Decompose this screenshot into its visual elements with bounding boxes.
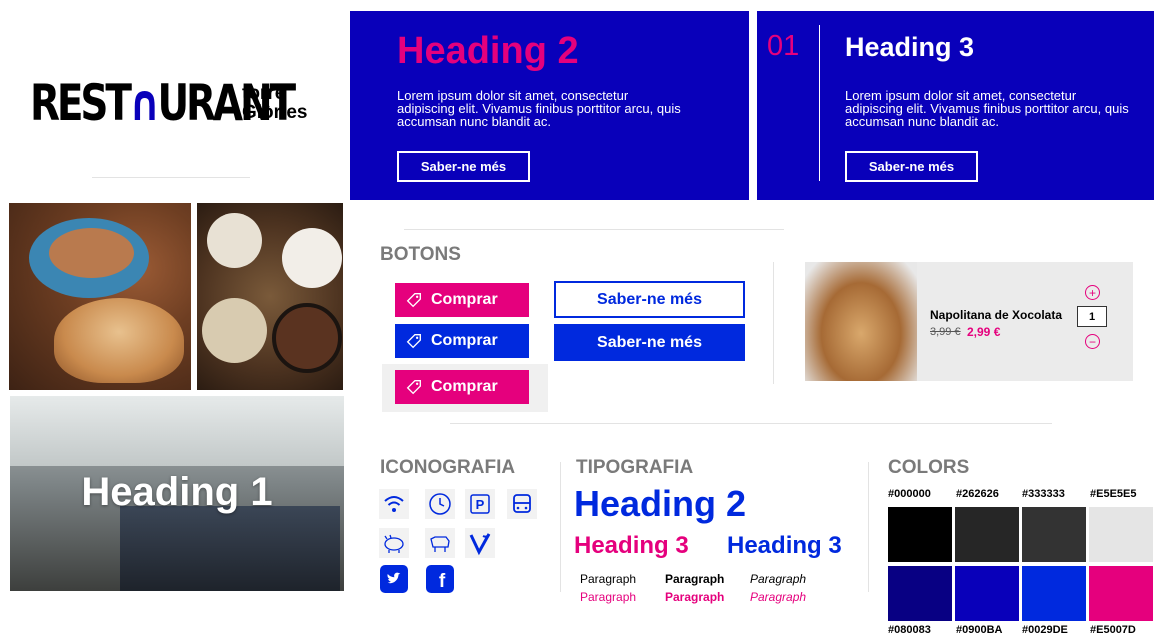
section-title-iconografia: ICONOGRAFIA [380, 457, 516, 478]
color-hex-label: #0029DE [1022, 624, 1068, 636]
button-label: Comprar [431, 291, 498, 308]
svg-text:P: P [476, 497, 485, 512]
color-hex-label: #262626 [956, 488, 999, 500]
color-swatch [1089, 507, 1153, 562]
product-image [805, 262, 917, 381]
logo-subtitle: torre Glòries [242, 83, 308, 123]
product-old-price: 3,99 € [930, 326, 961, 338]
logo: REST∩URANT torre Glòries [30, 68, 320, 138]
hero-card-heading2: Heading 2 Lorem ipsum dolor sit amet, co… [350, 11, 749, 200]
typography-heading-3-pink: Heading 3 [574, 532, 689, 559]
card-heading: Heading 3 [845, 32, 975, 62]
color-hex-label: #333333 [1022, 488, 1065, 500]
coffee-croissant-photo [9, 203, 191, 390]
food-table-photo [197, 203, 343, 390]
color-hex-label: #E5007D [1090, 624, 1136, 636]
vegan-icon [465, 528, 495, 558]
product-name: Napolitana de Xocolata [930, 308, 1063, 322]
divider [560, 462, 561, 592]
typography-heading-2: Heading 2 [574, 483, 747, 524]
divider [868, 462, 869, 592]
divider [450, 423, 1052, 424]
color-hex-label: #080083 [888, 624, 931, 636]
divider [92, 177, 250, 178]
hero-card-heading3: 01 Heading 3 Lorem ipsum dolor sit amet,… [757, 11, 1154, 200]
paragraph-bold-pink: Paragraph [665, 590, 725, 604]
section-title-tipografia: TIPOGRAFIA [576, 457, 694, 478]
pig-icon [379, 528, 409, 558]
saber-mes-filled-button[interactable]: Saber-ne més [554, 324, 745, 361]
button-label: Comprar [431, 332, 498, 349]
section-title-colors: COLORS [888, 457, 970, 478]
wifi-icon [379, 489, 409, 519]
paragraph-bold: Paragraph [665, 572, 725, 586]
card-text: Lorem ipsum dolor sit amet, consectetur … [845, 88, 1129, 129]
paragraph-regular-pink: Paragraph [580, 590, 637, 604]
divider [404, 229, 784, 230]
color-hex-label: #E5E5E5 [1090, 488, 1137, 500]
divider [773, 262, 774, 384]
paragraph-italic: Paragraph [750, 572, 807, 586]
comprar-button-hover[interactable]: Comprar [395, 370, 529, 404]
facebook-icon[interactable]: f [426, 565, 454, 593]
card-divider [819, 25, 820, 181]
color-swatch [1089, 566, 1153, 621]
section-title-botons: BOTONS [380, 244, 461, 265]
card-number: 01 [767, 30, 800, 62]
ticket-icon [406, 293, 421, 308]
saber-mes-outline-button[interactable]: Saber-ne més [554, 281, 745, 318]
paragraph-italic-pink: Paragraph [750, 590, 807, 604]
color-swatch [955, 507, 1019, 562]
quantity-input[interactable]: 1 [1077, 306, 1107, 327]
bus-icon [507, 489, 537, 519]
card-heading: Heading 2 [397, 30, 579, 72]
cow-icon [425, 528, 455, 558]
color-hex-label: #0900BA [956, 624, 1003, 636]
parking-icon: P [465, 489, 495, 519]
heading-1-overlay: Heading 1 [81, 470, 273, 514]
clock-icon [425, 489, 455, 519]
quantity-decrease-button[interactable]: − [1085, 334, 1100, 349]
card-text: Lorem ipsum dolor sit amet, consectetur … [397, 88, 681, 129]
ticket-icon [406, 334, 421, 349]
color-swatch [888, 566, 952, 621]
color-swatch [888, 507, 952, 562]
saber-mes-button[interactable]: Saber-ne més [845, 151, 978, 182]
ticket-icon [406, 380, 421, 395]
color-swatch [1022, 507, 1086, 562]
twitter-icon[interactable] [380, 565, 408, 593]
color-swatch [955, 566, 1019, 621]
color-hex-label: #000000 [888, 488, 931, 500]
comprar-button-blue[interactable]: Comprar [395, 324, 529, 358]
comprar-button-pink[interactable]: Comprar [395, 283, 529, 317]
paragraph-regular: Paragraph [580, 572, 637, 586]
quantity-increase-button[interactable]: + [1085, 285, 1100, 300]
saber-mes-button[interactable]: Saber-ne més [397, 151, 530, 182]
color-swatch [1022, 566, 1086, 621]
button-label: Comprar [431, 378, 498, 395]
typography-heading-3-blue: Heading 3 [727, 532, 842, 559]
restaurant-interior-photo: Heading 1 [10, 396, 344, 591]
product-new-price: 2,99 € [967, 325, 1001, 339]
product-card: Napolitana de Xocolata 3,99 € 2,99 € + 1… [805, 262, 1133, 381]
